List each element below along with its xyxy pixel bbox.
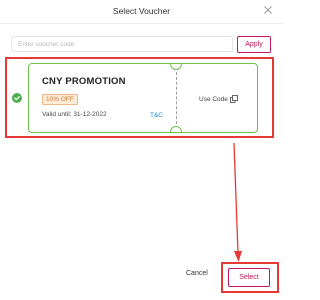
select-voucher-modal: Select Voucher Apply CNY PROMOTION 10% O… [0, 0, 283, 300]
select-button[interactable]: Select [228, 268, 270, 287]
annotation-arrow [233, 143, 242, 262]
terms-link[interactable]: T&C [150, 112, 163, 119]
cancel-button[interactable]: Cancel [186, 270, 208, 277]
header-divider [0, 23, 283, 24]
discount-badge: 10% OFF [42, 94, 78, 105]
use-code-label: Use Code [199, 95, 228, 103]
selected-check-icon[interactable] [12, 93, 22, 103]
ticket-perforation [176, 72, 177, 124]
use-code-button[interactable]: Use Code [199, 95, 238, 103]
voucher-code-input[interactable] [11, 36, 233, 52]
close-icon[interactable] [262, 4, 274, 16]
copy-icon[interactable] [230, 95, 238, 103]
apply-button[interactable]: Apply [237, 36, 271, 53]
voucher-name: CNY PROMOTION [42, 76, 126, 87]
modal-header: Select Voucher [0, 0, 283, 24]
voucher-card[interactable]: CNY PROMOTION 10% OFF Valid until: 31-12… [28, 63, 258, 133]
valid-until-text: Valid until: 31-12-2022 [42, 111, 107, 118]
modal-title: Select Voucher [112, 6, 171, 16]
